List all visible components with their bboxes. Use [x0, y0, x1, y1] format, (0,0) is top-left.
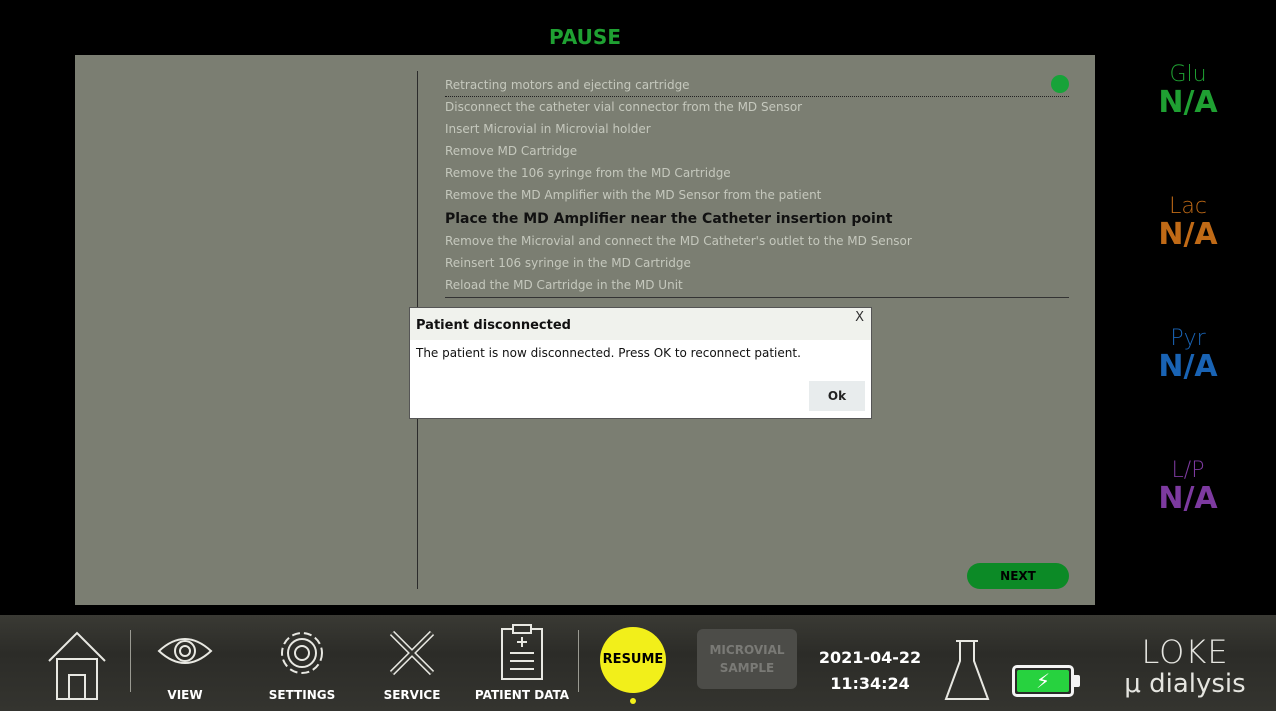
metric-value: N/A — [1158, 85, 1218, 120]
step-list: Retracting motors and ejecting cartridge… — [445, 75, 1069, 298]
metric-lp: L/P N/A — [1100, 458, 1276, 516]
time-text: 11:34:24 — [830, 674, 910, 693]
status-dot-icon — [1051, 75, 1069, 93]
toolbar-separator — [130, 630, 131, 692]
battery-indicator: ⚡ — [1012, 665, 1074, 697]
patient-data-label: PATIENT DATA — [474, 688, 570, 702]
brand-sub: μ dialysis — [1124, 669, 1246, 699]
ok-button[interactable]: Ok — [809, 381, 865, 411]
view-button[interactable]: VIEW — [150, 621, 220, 707]
charging-icon: ⚡ — [1017, 670, 1069, 692]
microvial-label-line1: MICROVIAL — [709, 643, 785, 657]
step-item: Remove the MD Amplifier with the MD Sens… — [445, 188, 822, 202]
metric-lac: Lac N/A — [1100, 194, 1276, 252]
battery-tip — [1074, 675, 1080, 687]
step-item: Reload the MD Cartridge in the MD Unit — [445, 278, 683, 292]
bottom-toolbar: VIEW SETTINGS SERVICE PATIENT DATA RESUM… — [0, 615, 1276, 711]
step-item: Remove the Microvial and connect the MD … — [445, 234, 912, 248]
dialog-message: The patient is now disconnected. Press O… — [416, 346, 801, 360]
tools-icon — [389, 630, 435, 676]
step-item: Insert Microvial in Microvial holder — [445, 122, 651, 136]
step-item: Remove the 106 syringe from the MD Cartr… — [445, 166, 731, 180]
brand-name: LOKE — [1141, 633, 1229, 671]
current-step-item: Place the MD Amplifier near the Catheter… — [445, 211, 893, 227]
dialog-header: Patient disconnected X — [410, 308, 871, 340]
patient-disconnected-dialog: Patient disconnected X The patient is no… — [409, 307, 872, 419]
metric-label: Pyr — [1170, 326, 1206, 351]
home-button[interactable] — [40, 621, 114, 705]
next-button[interactable]: NEXT — [967, 563, 1069, 589]
dialog-title: Patient disconnected — [416, 318, 571, 333]
metric-pyr: Pyr N/A — [1100, 326, 1276, 384]
metric-label: Lac — [1169, 194, 1207, 219]
metric-label: L/P — [1171, 458, 1205, 483]
date-text: 2021-04-22 — [818, 648, 922, 667]
home-icon — [48, 631, 106, 700]
step-item: Disconnect the catheter vial connector f… — [445, 100, 803, 114]
step-item: Remove MD Cartridge — [445, 144, 578, 158]
view-label: VIEW — [167, 688, 203, 702]
resume-button[interactable]: RESUME — [600, 627, 666, 693]
metric-glu: Glu N/A — [1100, 62, 1276, 120]
flask-icon — [944, 640, 990, 700]
step-list-divider — [445, 297, 1069, 298]
status-title: PAUSE — [549, 25, 621, 49]
eye-icon — [157, 638, 213, 664]
gear-icon — [281, 632, 323, 674]
metric-value: N/A — [1158, 481, 1218, 516]
step-item: Retracting motors and ejecting cartridge — [445, 75, 1069, 97]
step-label: Retracting motors and ejecting cartridge — [445, 78, 690, 92]
close-icon[interactable]: X — [855, 300, 864, 336]
clipboard-icon — [501, 624, 543, 680]
microvial-sample-button[interactable]: MICROVIAL SAMPLE — [697, 629, 797, 689]
metric-value: N/A — [1158, 349, 1218, 384]
brand-logo: LOKE μ dialysis — [1100, 635, 1270, 699]
microvial-label-line2: SAMPLE — [719, 661, 775, 675]
settings-button[interactable]: SETTINGS — [262, 621, 342, 707]
settings-label: SETTINGS — [268, 688, 336, 702]
step-item: Reinsert 106 syringe in the MD Cartridge — [445, 256, 691, 270]
metric-label: Glu — [1169, 62, 1207, 87]
resume-indicator — [630, 698, 636, 704]
datetime: 2021-04-22 11:34:24 — [815, 645, 925, 697]
toolbar-separator — [578, 630, 579, 692]
metric-value: N/A — [1158, 217, 1218, 252]
app-frame: PAUSE Retracting motors and ejecting car… — [0, 0, 1276, 711]
service-label: SERVICE — [383, 688, 441, 702]
patient-data-button[interactable]: PATIENT DATA — [470, 621, 574, 707]
service-button[interactable]: SERVICE — [372, 621, 452, 707]
